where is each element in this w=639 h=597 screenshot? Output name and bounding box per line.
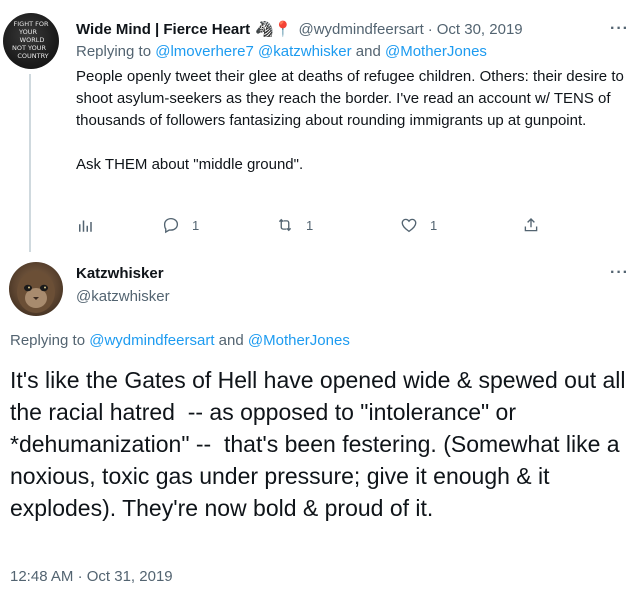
mention-link[interactable]: @lmoverhere7: [155, 43, 254, 60]
replying-to: Replying to @lmoverhere7 @katzwhisker an…: [76, 43, 487, 60]
retweet-button[interactable]: 1: [276, 216, 313, 234]
tweet-header: Wide Mind | Fierce Heart 🦓📍 @wydmindfeer…: [76, 18, 639, 40]
replying-to: Replying to @wydmindfeersart and @Mother…: [10, 332, 350, 349]
mention-link[interactable]: @MotherJones: [248, 332, 350, 349]
avatar[interactable]: FIGHT FOR YOUR WORLD NOT YOUR COUNTRY: [3, 13, 59, 69]
replying-to-prefix: Replying to: [76, 43, 152, 60]
heart-icon: [401, 218, 417, 233]
tweet-date: Oct 31, 2019: [86, 568, 173, 585]
tweet-time: 12:48 AM: [10, 568, 74, 585]
thread-connector-line: [29, 74, 31, 252]
tweet-date[interactable]: Oct 30, 2019: [437, 21, 523, 38]
like-count: 1: [430, 217, 438, 233]
svg-text:WORLD: WORLD: [20, 36, 45, 44]
svg-text:COUNTRY: COUNTRY: [17, 52, 48, 60]
reply-count: 1: [192, 217, 200, 233]
reply-icon: [163, 217, 179, 234]
mention-link[interactable]: @katzwhisker: [258, 43, 352, 60]
replying-to-prefix: Replying to: [10, 332, 86, 349]
separator-dot: ·: [427, 20, 433, 38]
avatar-image: FIGHT FOR YOUR WORLD NOT YOUR COUNTRY: [12, 20, 49, 60]
focused-tweet: Katzwhisker @katzwhisker ··· Replying to…: [0, 252, 639, 597]
analytics-button[interactable]: [76, 216, 94, 234]
tweet-actions: 1 1 1: [76, 214, 546, 236]
author-handle[interactable]: @katzwhisker: [76, 288, 170, 305]
author-name[interactable]: Wide Mind | Fierce Heart: [76, 21, 250, 38]
analytics-icon: [79, 220, 92, 232]
replying-to-and: and: [355, 43, 381, 60]
share-icon: [524, 218, 538, 232]
reply-button[interactable]: 1: [162, 216, 199, 234]
tweet-body: It's like the Gates of Hell have opened …: [10, 367, 632, 521]
separator-dot: ·: [77, 568, 83, 585]
svg-text:YOUR: YOUR: [18, 28, 37, 36]
more-options-icon[interactable]: ···: [610, 20, 629, 38]
cat-avatar-image: [17, 271, 55, 313]
more-options-icon[interactable]: ···: [610, 264, 629, 282]
svg-text:FIGHT FOR: FIGHT FOR: [14, 20, 49, 28]
parent-tweet[interactable]: FIGHT FOR YOUR WORLD NOT YOUR COUNTRY Wi…: [0, 0, 639, 252]
like-button[interactable]: 1: [400, 216, 437, 234]
mention-link[interactable]: @wydmindfeersart: [89, 332, 214, 349]
tweet-body: People openly tweet their glee at deaths…: [76, 68, 624, 173]
avatar[interactable]: [9, 262, 63, 316]
author-emoji: 🦓📍: [255, 21, 293, 38]
svg-text:NOT YOUR: NOT YOUR: [12, 44, 47, 52]
author-name[interactable]: Katzwhisker: [76, 265, 164, 282]
retweet-icon: [278, 218, 292, 232]
share-button[interactable]: [522, 216, 540, 234]
retweet-count: 1: [306, 217, 314, 233]
tweet-timestamp[interactable]: 12:48 AM · Oct 31, 2019: [10, 568, 173, 585]
mention-link[interactable]: @MotherJones: [385, 43, 487, 60]
author-handle[interactable]: @wydmindfeersart: [298, 21, 423, 38]
replying-to-and: and: [218, 332, 244, 349]
